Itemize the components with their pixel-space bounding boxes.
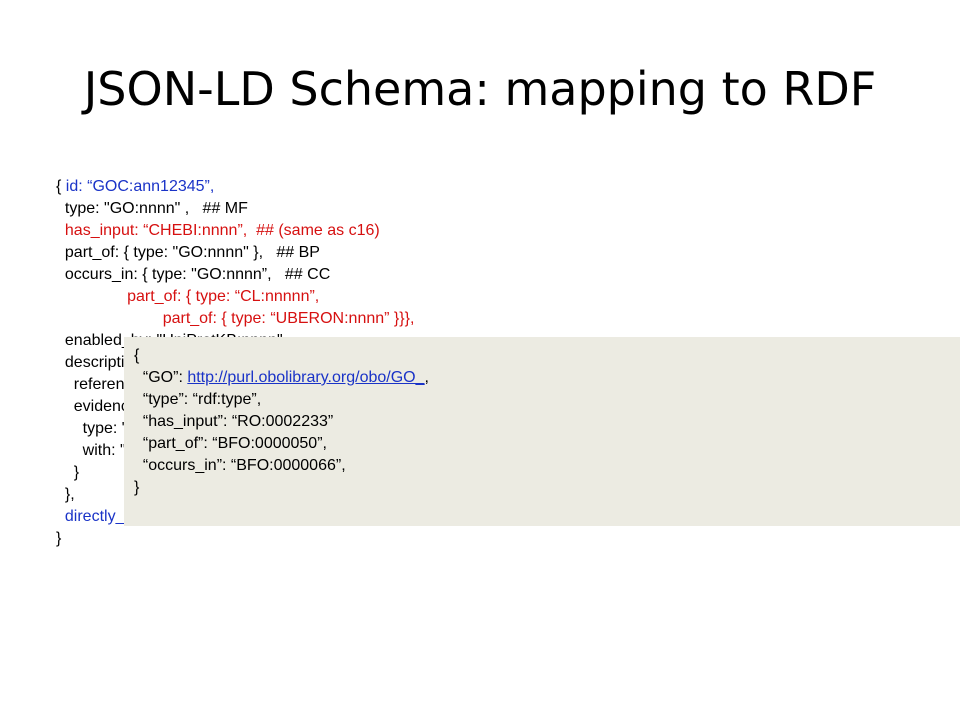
context-go-line: “GO”: http://purl.obolibrary.org/obo/GO_… [134, 367, 429, 389]
jsonld-context-box: { “GO”: http://purl.obolibrary.org/obo/G… [124, 337, 960, 526]
context-part-of: “part_of”: “BFO:0000050”, [134, 435, 327, 452]
slide-title: JSON-LD Schema: mapping to RDF [83, 62, 877, 116]
code-id: id: “GOC:ann12345”, [65, 178, 215, 195]
context-type: “type”: “rdf:type”, [134, 391, 262, 408]
code-line: part_of: { type: "GO:nnnn" }, ## BP [56, 244, 320, 261]
code-line-part-of-uberon: part_of: { type: “UBERON:nnnn” }}}, [56, 310, 415, 327]
code-line: { id: “GOC:ann12345”, [56, 176, 414, 198]
code-line-part-of-cl: part_of: { type: “CL:nnnnn”, [56, 288, 320, 305]
context-close: } [134, 479, 140, 496]
code-brace: { [56, 178, 66, 195]
context-open: { [134, 347, 140, 364]
code-line: type: "GO:nnnn" , ## MF [56, 200, 248, 217]
go-url-link[interactable]: http://purl.obolibrary.org/obo/GO_ [187, 369, 424, 386]
context-go-end: , [424, 369, 429, 386]
code-line-has-input: has_input: “CHEBI:nnnn”, ## (same as c16… [56, 222, 380, 239]
context-has-input: “has_input”: “RO:0002233” [134, 413, 334, 430]
context-occurs-in: “occurs_in”: “BFO:0000066”, [134, 457, 346, 474]
code-line: occurs_in: { type: "GO:nnnn”, ## CC [56, 266, 331, 283]
context-go-key: “GO”: [134, 369, 188, 386]
code-line: } [56, 530, 62, 547]
